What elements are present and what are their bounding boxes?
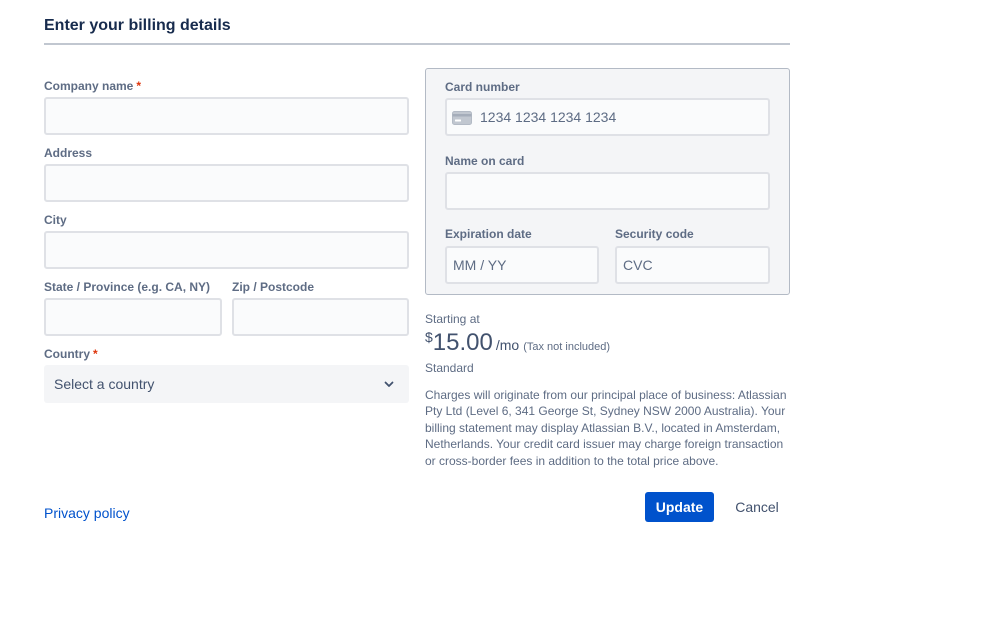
charges-disclaimer: Charges will originate from our principa… — [425, 388, 787, 468]
card-number-input[interactable] — [445, 98, 770, 136]
page-title: Enter your billing details — [44, 17, 231, 34]
title-divider — [44, 43, 790, 45]
price-display: $ 15.00 /mo (Tax not included) — [425, 329, 610, 357]
company-name-input[interactable] — [44, 97, 409, 135]
required-marker: * — [93, 347, 98, 361]
zip-label: Zip / Postcode — [232, 280, 315, 294]
city-input[interactable] — [44, 231, 409, 269]
plan-name: Standard — [425, 361, 474, 375]
required-marker: * — [136, 79, 142, 93]
name-on-card-label: Name on card — [445, 154, 525, 168]
update-button[interactable]: Update — [645, 492, 714, 522]
country-select-value: Select a country — [54, 376, 155, 392]
cancel-button[interactable]: Cancel — [726, 492, 788, 522]
country-label: Country * — [44, 347, 98, 361]
company-name-label: Company name * — [44, 79, 141, 93]
card-number-label: Card number — [445, 80, 520, 94]
state-input[interactable] — [44, 298, 222, 336]
city-label: City — [44, 213, 67, 227]
security-code-label: Security code — [615, 227, 694, 241]
security-code-input[interactable] — [615, 246, 770, 284]
credit-card-icon — [452, 111, 472, 125]
tax-note: (Tax not included) — [523, 341, 611, 353]
price-period: /mo — [495, 337, 520, 353]
company-name-label-text: Company name — [44, 79, 134, 93]
starting-at-text: Starting at — [425, 312, 480, 326]
chevron-down-icon — [384, 381, 394, 387]
price-currency: $ — [425, 329, 433, 345]
address-label: Address — [44, 146, 93, 160]
name-on-card-input[interactable] — [445, 172, 770, 210]
state-label: State / Province (e.g. CA, NY) — [44, 280, 211, 294]
zip-input[interactable] — [232, 298, 409, 336]
price-amount: 15.00 — [432, 329, 493, 356]
address-input[interactable] — [44, 164, 409, 202]
expiration-date-input[interactable] — [445, 246, 599, 284]
country-select[interactable]: Select a country — [44, 365, 409, 403]
expiration-date-label: Expiration date — [445, 227, 532, 241]
privacy-policy-link[interactable]: Privacy policy — [44, 505, 130, 521]
country-label-text: Country — [44, 347, 90, 361]
